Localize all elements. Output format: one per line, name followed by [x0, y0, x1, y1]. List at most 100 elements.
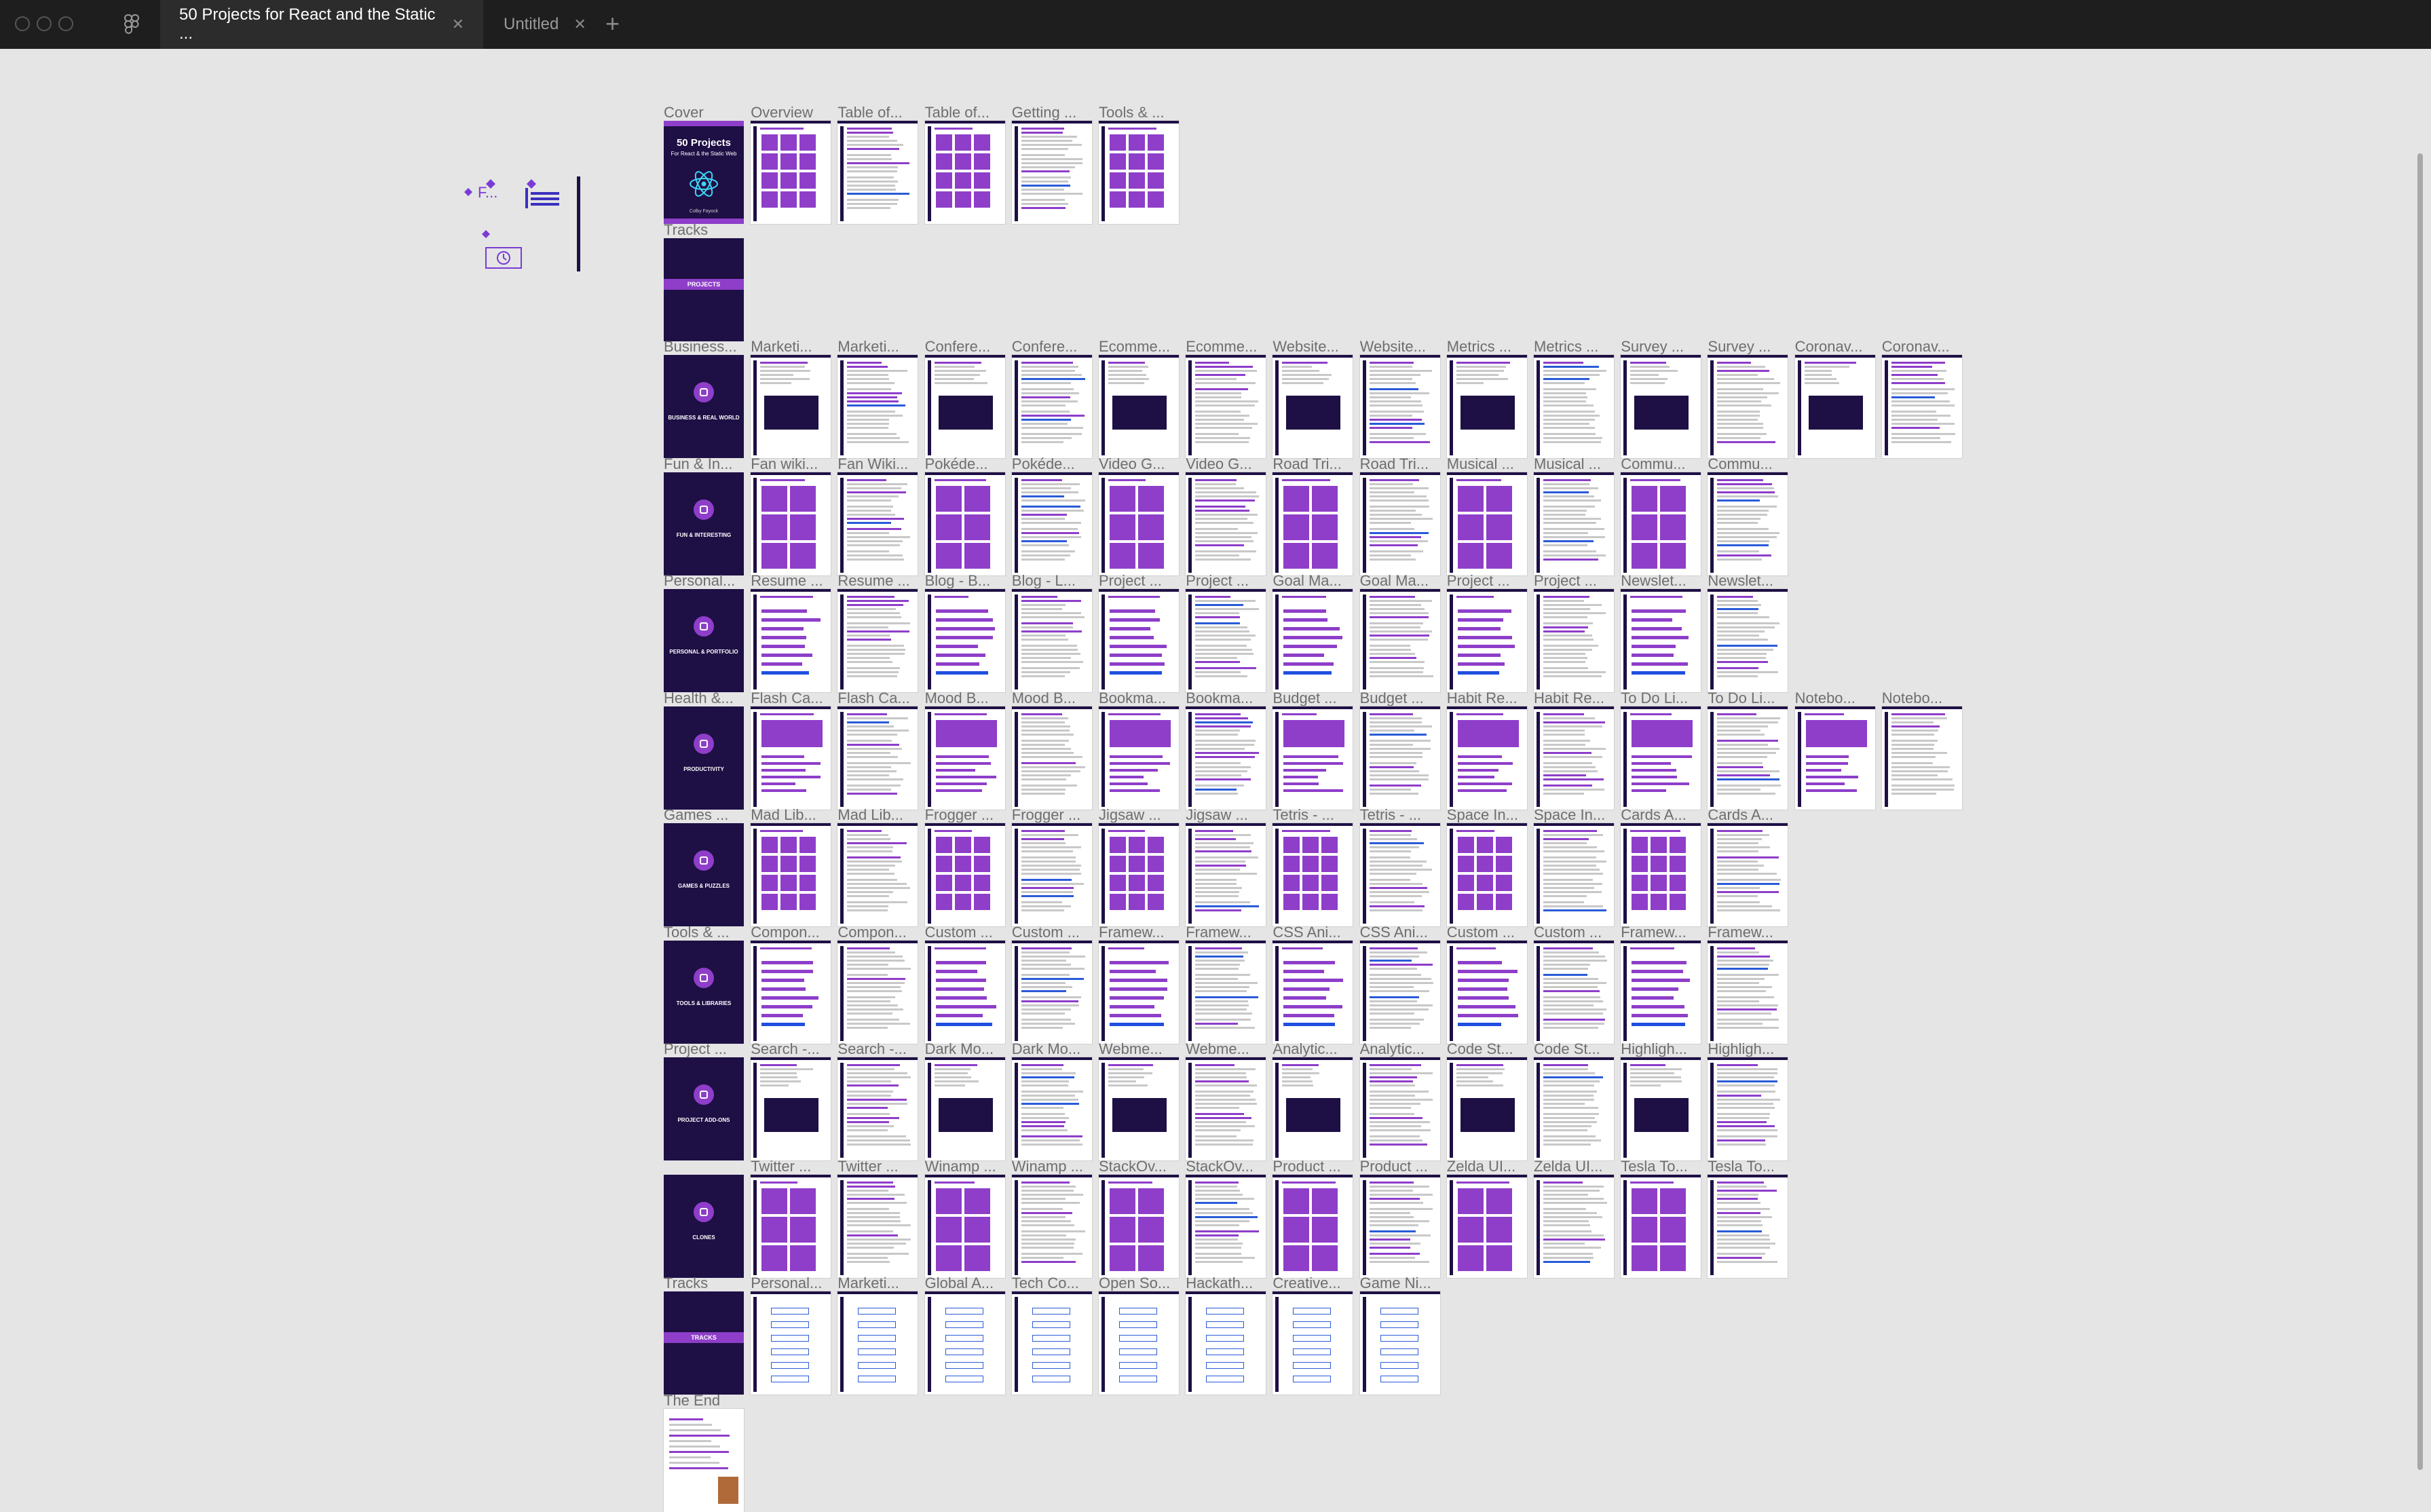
- frame-label[interactable]: Code St...: [1447, 1040, 1531, 1059]
- frame-label[interactable]: Survey ...: [1621, 337, 1705, 356]
- page-frame[interactable]: [1359, 706, 1440, 810]
- page-frame[interactable]: [664, 1408, 744, 1512]
- frame-label[interactable]: Highligh...: [1621, 1040, 1705, 1059]
- frame-label[interactable]: Webme...: [1186, 1040, 1270, 1059]
- page-frame[interactable]: [751, 940, 831, 1044]
- section-frame[interactable]: TOOLS & LIBRARIES: [664, 940, 744, 1044]
- frame-label[interactable]: Musical ...: [1534, 455, 1618, 474]
- frame-label[interactable]: Code St...: [1534, 1040, 1618, 1059]
- frame-label[interactable]: Pokéde...: [1012, 455, 1096, 474]
- frame-label[interactable]: Road Tri...: [1360, 455, 1444, 474]
- section-frame[interactable]: PRODUCTIVITY: [664, 706, 744, 810]
- page-frame[interactable]: [1359, 1174, 1440, 1278]
- page-frame[interactable]: [837, 355, 918, 458]
- floating-layer-group[interactable]: F...: [461, 173, 590, 275]
- frame-label[interactable]: Winamp ...: [1012, 1157, 1096, 1176]
- frame-label[interactable]: Pokéde...: [925, 455, 1009, 474]
- frame-label[interactable]: Tesla To...: [1708, 1157, 1792, 1176]
- tab-untitled[interactable]: Untitled ✕: [485, 0, 600, 49]
- frame-label[interactable]: [664, 1157, 748, 1176]
- frame-label[interactable]: Road Tri...: [1273, 455, 1357, 474]
- page-frame[interactable]: [1359, 940, 1440, 1044]
- page-frame[interactable]: [1446, 1174, 1527, 1278]
- page-frame[interactable]: [1534, 355, 1614, 458]
- frame-label[interactable]: Webme...: [1099, 1040, 1183, 1059]
- page-frame[interactable]: [1273, 1174, 1353, 1278]
- page-frame[interactable]: [1273, 355, 1353, 458]
- page-frame[interactable]: [1011, 355, 1092, 458]
- frame-label[interactable]: Goal Ma...: [1360, 571, 1444, 590]
- page-frame[interactable]: [751, 1174, 831, 1278]
- frame-label[interactable]: Flash Ca...: [751, 689, 835, 708]
- frame-label[interactable]: Confere...: [925, 337, 1009, 356]
- section-frame[interactable]: FUN & INTERESTING: [664, 472, 744, 575]
- frame-label[interactable]: Dark Mo...: [1012, 1040, 1096, 1059]
- frame-label[interactable]: Custom ...: [1534, 923, 1618, 942]
- page-frame[interactable]: [1186, 1291, 1266, 1395]
- page-frame[interactable]: [837, 1057, 918, 1160]
- page-frame[interactable]: [1011, 940, 1092, 1044]
- page-frame[interactable]: [1881, 355, 1962, 458]
- frame-label[interactable]: Table of...: [925, 103, 1009, 122]
- page-frame[interactable]: [1534, 1057, 1614, 1160]
- page-frame[interactable]: [1186, 823, 1266, 926]
- frame-label[interactable]: Games ...: [664, 806, 748, 825]
- page-frame[interactable]: [1359, 472, 1440, 575]
- frame-label[interactable]: Tracks: [664, 1274, 748, 1293]
- section-frame[interactable]: BUSINESS & REAL WORLD: [664, 355, 744, 458]
- page-frame[interactable]: [924, 940, 1005, 1044]
- frame-label[interactable]: Metrics ...: [1534, 337, 1618, 356]
- frame-label[interactable]: Project ...: [664, 1040, 748, 1059]
- frame-label[interactable]: Resume ...: [837, 571, 922, 590]
- frame-label[interactable]: Search -...: [837, 1040, 922, 1059]
- frame-label[interactable]: Commu...: [1708, 455, 1792, 474]
- frame-label[interactable]: Jigsaw ...: [1099, 806, 1183, 825]
- section-frame[interactable]: PROJECTS: [664, 238, 744, 341]
- frame-label[interactable]: Goal Ma...: [1273, 571, 1357, 590]
- page-frame[interactable]: [751, 472, 831, 575]
- frame-label[interactable]: Fun & In...: [664, 455, 748, 474]
- frame-label[interactable]: Video G...: [1099, 455, 1183, 474]
- frame-label[interactable]: Health &...: [664, 689, 748, 708]
- tab-document[interactable]: 50 Projects for React and the Static ...…: [160, 0, 483, 49]
- page-frame[interactable]: [751, 1057, 831, 1160]
- frame-label[interactable]: Mad Lib...: [751, 806, 835, 825]
- close-tab-icon[interactable]: ✕: [452, 16, 464, 33]
- page-frame[interactable]: [1099, 823, 1179, 926]
- frame-label[interactable]: To Do Li...: [1621, 689, 1705, 708]
- page-frame[interactable]: [1621, 589, 1701, 692]
- frame-label[interactable]: Business...: [664, 337, 748, 356]
- figma-menu-icon[interactable]: [122, 14, 141, 39]
- page-frame[interactable]: [1099, 1291, 1179, 1395]
- page-frame[interactable]: [1621, 355, 1701, 458]
- frame-label[interactable]: Budget ...: [1273, 689, 1357, 708]
- section-frame[interactable]: PROJECT ADD-ONS: [664, 1057, 744, 1160]
- page-frame[interactable]: [924, 823, 1005, 926]
- frame-label[interactable]: Cards A...: [1708, 806, 1792, 825]
- page-frame[interactable]: [1708, 589, 1788, 692]
- page-frame[interactable]: [1621, 706, 1701, 810]
- page-frame[interactable]: [1099, 121, 1179, 224]
- page-frame[interactable]: [924, 121, 1005, 224]
- frame-label[interactable]: Marketi...: [751, 337, 835, 356]
- frame-label[interactable]: Commu...: [1621, 455, 1705, 474]
- frame-label[interactable]: Blog - B...: [925, 571, 1009, 590]
- vertical-scrollbar[interactable]: [2417, 153, 2423, 1470]
- frame-label[interactable]: CSS Ani...: [1273, 923, 1357, 942]
- page-frame[interactable]: [1099, 472, 1179, 575]
- page-frame[interactable]: [1273, 706, 1353, 810]
- frame-label[interactable]: Marketi...: [837, 337, 922, 356]
- frame-label[interactable]: Tracks: [664, 221, 748, 240]
- frame-label[interactable]: Search -...: [751, 1040, 835, 1059]
- frame-label[interactable]: Frogger ...: [925, 806, 1009, 825]
- frame-label[interactable]: Blog - L...: [1012, 571, 1096, 590]
- frame-label[interactable]: Space In...: [1447, 806, 1531, 825]
- add-tab-icon[interactable]: +: [605, 10, 620, 38]
- page-frame[interactable]: [1708, 706, 1788, 810]
- page-frame[interactable]: [1794, 355, 1875, 458]
- page-frame[interactable]: [1186, 706, 1266, 810]
- frame-label[interactable]: Bookma...: [1099, 689, 1183, 708]
- frame-label[interactable]: Winamp ...: [925, 1157, 1009, 1176]
- page-frame[interactable]: [1099, 940, 1179, 1044]
- close-tab-icon[interactable]: ✕: [573, 16, 586, 33]
